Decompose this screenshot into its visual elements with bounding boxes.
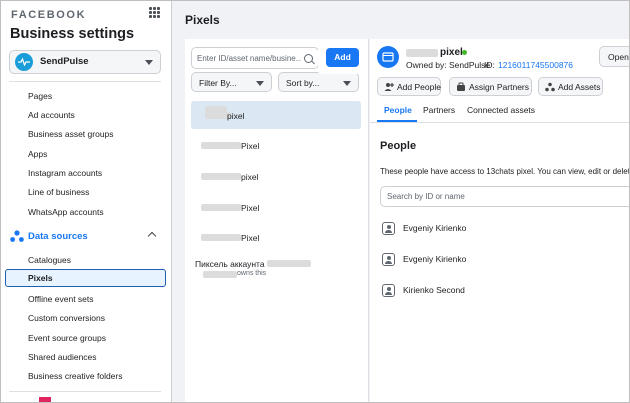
page-title: Pixels bbox=[185, 13, 220, 27]
pixel-name: Пиксель аккаунта bbox=[195, 259, 265, 269]
partners-icon bbox=[457, 82, 465, 91]
people-heading: People bbox=[380, 140, 417, 152]
add-people-label: Add People bbox=[397, 82, 441, 92]
search-placeholder: Search by ID or name bbox=[387, 192, 465, 201]
sidebar-item-line-of-business[interactable]: Line of business bbox=[28, 187, 89, 197]
add-assets-label: Add Assets bbox=[558, 82, 601, 92]
redacted-text bbox=[406, 49, 438, 57]
sidebar-item-apps[interactable]: Apps bbox=[28, 149, 47, 159]
sidebar-item-instagram-accounts[interactable]: Instagram accounts bbox=[28, 168, 102, 178]
assets-icon bbox=[545, 82, 555, 92]
person-icon bbox=[382, 284, 395, 297]
pixel-name: pixel bbox=[241, 172, 259, 182]
sort-label: Sort by... bbox=[286, 78, 320, 88]
add-button[interactable]: Add bbox=[326, 48, 359, 67]
app-window: FACEBOOK Business settings SendPulse Pag… bbox=[0, 0, 630, 403]
pixel-id[interactable]: 1216011745500876 bbox=[498, 60, 573, 70]
redacted-text bbox=[201, 234, 241, 241]
sort-dropdown[interactable]: Sort by... bbox=[278, 72, 359, 92]
notification-marker bbox=[39, 397, 51, 402]
redacted-text bbox=[203, 271, 237, 278]
people-description: These people have access to 13chats pixe… bbox=[380, 167, 630, 176]
pixel-list-item[interactable]: Пиксель аккаунта owns this bbox=[191, 254, 361, 284]
add-assets-button[interactable]: Add Assets bbox=[538, 77, 603, 96]
id-label: ID: bbox=[484, 60, 495, 70]
pixel-name: Pixel bbox=[241, 233, 260, 243]
divider bbox=[9, 81, 161, 82]
filter-label: Filter By... bbox=[199, 78, 237, 88]
sidebar-item-pages[interactable]: Pages bbox=[28, 91, 52, 101]
search-placeholder: Enter ID/asset name/busine... bbox=[197, 54, 301, 63]
pixel-list-item[interactable]: pixel bbox=[191, 162, 361, 190]
page-heading: Business settings bbox=[10, 26, 135, 42]
sidebar-item-pixels[interactable]: Pixels bbox=[5, 269, 166, 287]
chevron-down-icon bbox=[145, 60, 153, 65]
person-icon bbox=[382, 253, 395, 266]
brand-logo: FACEBOOK bbox=[11, 9, 87, 21]
pixel-list-item[interactable]: Pixel bbox=[191, 131, 361, 159]
owner-text: Owned by: SendPulse bbox=[406, 60, 491, 70]
filter-dropdown[interactable]: Filter By... bbox=[191, 72, 272, 92]
person-name: Kirienko Second bbox=[403, 285, 465, 295]
pixel-name: Pixel bbox=[241, 203, 260, 213]
person-name: Evgeniy Kirienko bbox=[403, 223, 467, 233]
sidebar-item-business-asset-groups[interactable]: Business asset groups bbox=[28, 129, 114, 139]
open-button[interactable]: Open bbox=[599, 46, 629, 67]
add-person-icon bbox=[384, 83, 394, 91]
pixel-name: Pixel bbox=[241, 141, 260, 151]
chevron-down-icon bbox=[343, 81, 351, 86]
sidebar-item-offline-event-sets[interactable]: Offline event sets bbox=[28, 294, 94, 304]
person-name: Evgeniy Kirienko bbox=[403, 254, 467, 264]
sidebar-item-label: Pixels bbox=[28, 273, 53, 283]
redacted-text bbox=[267, 260, 311, 267]
sidebar-item-catalogues[interactable]: Catalogues bbox=[28, 255, 71, 265]
pixel-owner: owns this bbox=[237, 270, 267, 277]
sidebar-item-custom-conversions[interactable]: Custom conversions bbox=[28, 313, 105, 323]
grid-icon[interactable] bbox=[149, 7, 160, 18]
pixel-list-panel: Enter ID/asset name/busine... Filter By.… bbox=[185, 39, 369, 402]
redacted-text bbox=[201, 142, 241, 149]
account-selector[interactable]: SendPulse bbox=[9, 50, 161, 74]
sidebar-item-whatsapp-accounts[interactable]: WhatsApp accounts bbox=[28, 207, 104, 217]
pixel-list-item[interactable]: Pixel bbox=[191, 193, 361, 221]
tab-connected-assets[interactable]: Connected assets bbox=[467, 105, 535, 115]
pixel-title: pixel bbox=[440, 47, 463, 58]
pixel-name: pixel bbox=[227, 111, 245, 121]
assign-partners-label: Assign Partners bbox=[469, 82, 529, 92]
account-name: SendPulse bbox=[40, 56, 89, 67]
tab-people[interactable]: People bbox=[384, 105, 412, 115]
add-people-button[interactable]: Add People bbox=[377, 77, 441, 96]
asset-search-input[interactable]: Enter ID/asset name/busine... bbox=[191, 47, 319, 69]
search-icon bbox=[304, 54, 313, 63]
redacted-text bbox=[201, 204, 241, 211]
sidebar-item-shared-audiences[interactable]: Shared audiences bbox=[28, 352, 97, 362]
sidebar-item-event-source-groups[interactable]: Event source groups bbox=[28, 333, 106, 343]
assign-partners-button[interactable]: Assign Partners bbox=[449, 77, 532, 96]
divider bbox=[9, 391, 161, 392]
tab-partners[interactable]: Partners bbox=[423, 105, 455, 115]
chevron-up-icon bbox=[147, 231, 157, 241]
person-icon bbox=[382, 222, 395, 235]
sidebar-item-ad-accounts[interactable]: Ad accounts bbox=[28, 110, 75, 120]
pixel-list-item[interactable]: Pixel bbox=[191, 223, 361, 251]
add-highlight: Add bbox=[318, 41, 368, 74]
sidebar-item-business-creative-folders[interactable]: Business creative folders bbox=[28, 371, 123, 381]
pulse-icon bbox=[15, 53, 33, 71]
divider bbox=[370, 122, 629, 123]
pixel-list-item[interactable]: pixel bbox=[191, 101, 361, 129]
sidebar-section-data-sources[interactable]: Data sources bbox=[9, 229, 161, 245]
chevron-down-icon bbox=[256, 81, 264, 86]
people-search-input[interactable]: Search by ID or name bbox=[380, 186, 629, 207]
sidebar: FACEBOOK Business settings SendPulse Pag… bbox=[1, 1, 172, 402]
status-online-dot bbox=[462, 50, 467, 55]
open-label: Open bbox=[608, 52, 629, 62]
pixel-icon bbox=[377, 46, 399, 68]
pixel-detail-panel: pixel Owned by: SendPulse ID: 1216011745… bbox=[370, 39, 629, 402]
section-label: Data sources bbox=[28, 231, 88, 242]
data-sources-icon bbox=[10, 230, 24, 242]
redacted-text bbox=[201, 173, 241, 180]
